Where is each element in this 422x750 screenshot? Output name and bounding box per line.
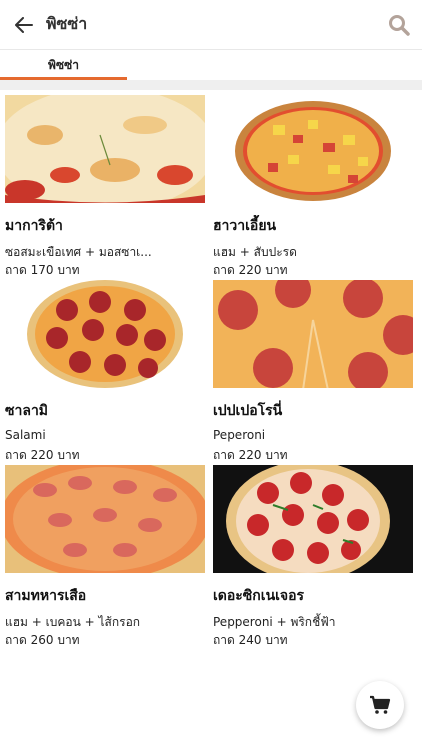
product-name: เปปเปอโรนี่ <box>213 403 283 419</box>
product-image-signature <box>213 465 413 573</box>
arrow-left-icon <box>15 16 33 33</box>
product-name: มาการิต้า <box>5 218 63 234</box>
search-icon <box>389 15 410 36</box>
product-card[interactable]: สามทหารเสือ แฮม + เบคอน + ไส้กรอก ถาด 26… <box>5 465 205 647</box>
product-card[interactable]: ฮาวาเอี้ยน แฮม + สับปะรด ถาด 220 บาท <box>213 95 413 277</box>
product-name: เดอะซิกเนเจอร <box>213 588 305 604</box>
product-name: ฮาวาเอี้ยน <box>213 218 277 234</box>
product-description: Pepperoni + พริกชี้ฟ้า <box>213 615 336 629</box>
category-tabs: พิซซ่า <box>0 50 422 80</box>
search-button[interactable] <box>388 14 410 36</box>
product-card[interactable]: เดอะซิกเนเจอร Pepperoni + พริกชี้ฟ้า ถาด… <box>213 465 413 647</box>
product-description: Peperoni <box>213 428 266 442</box>
product-description: แฮม + เบคอน + ไส้กรอก <box>5 615 141 629</box>
product-description: แฮม + สับปะรด <box>213 245 297 259</box>
product-card[interactable]: มาการิต้า ซอสมะเขือเทศ + มอสซาเ... ถาด 1… <box>5 95 205 277</box>
product-name: สามทหารเสือ <box>5 588 87 604</box>
cart-icon <box>370 695 391 714</box>
divider <box>0 80 422 90</box>
tab-pizza[interactable]: พิซซ่า <box>0 50 127 80</box>
back-button[interactable] <box>2 0 46 50</box>
product-image-pepperoni <box>213 280 413 388</box>
cart-button[interactable] <box>356 681 404 729</box>
product-image-three-musketeers <box>5 465 205 573</box>
product-name: ซาลามิ <box>5 403 49 419</box>
product-price: ถาด 220 บาท <box>5 448 80 462</box>
product-image-margherita <box>5 95 205 203</box>
product-price: ถาด 240 บาท <box>213 633 288 647</box>
product-image-salami <box>5 280 205 388</box>
product-price: ถาด 220 บาท <box>213 263 288 277</box>
product-image-hawaiian <box>213 95 413 203</box>
product-description: Salami <box>5 428 46 442</box>
product-card[interactable]: ซาลามิ Salami ถาด 220 บาท <box>5 280 205 462</box>
product-price: ถาด 220 บาท <box>213 448 288 462</box>
page-title: พิซซ่า <box>46 14 88 33</box>
product-card[interactable]: เปปเปอโรนี่ Peperoni ถาด 220 บาท <box>213 280 413 462</box>
product-description: ซอสมะเขือเทศ + มอสซาเ... <box>5 245 152 259</box>
product-price: ถาด 170 บาท <box>5 263 80 277</box>
app-header: พิซซ่า <box>0 0 422 50</box>
product-price: ถาด 260 บาท <box>5 633 80 647</box>
